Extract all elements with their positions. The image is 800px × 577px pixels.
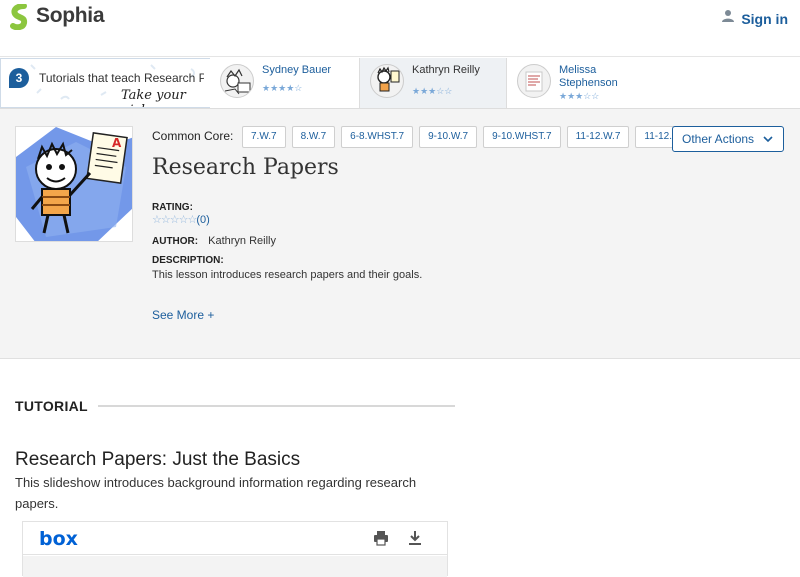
viewer-content-area[interactable] — [23, 556, 447, 577]
author-rating-stars: ★★★☆☆ — [412, 86, 453, 96]
chevron-down-icon — [763, 127, 773, 160]
author-rating-stars: ★★★★☆ — [262, 83, 303, 93]
standard-tag[interactable]: 6-8.WHST.7 — [341, 126, 414, 148]
rating-count: (0) — [196, 214, 210, 226]
author-card-kathryn-reilly[interactable]: Kathryn Reilly ★★★☆☆ — [360, 58, 507, 108]
rating-row[interactable]: ☆☆☆☆☆(0) — [152, 213, 210, 226]
description-label: DESCRIPTION: — [152, 255, 224, 266]
sign-in-link[interactable]: Sign in — [721, 9, 788, 28]
lesson-panel: A Common Core: 7.W.7 8.W.7 6-8.WHST.7 9-… — [0, 109, 800, 359]
standards-tag-list: 7.W.7 8.W.7 6-8.WHST.7 9-10.W.7 9-10.WHS… — [242, 126, 718, 148]
standard-tag[interactable]: 7.W.7 — [242, 126, 286, 148]
author-row: AUTHOR: Kathryn Reilly — [152, 235, 276, 247]
tutorial-count-badge: 3 — [9, 68, 29, 88]
author-rating-stars: ★★★☆☆ — [559, 91, 600, 101]
lesson-title: Research Papers — [152, 155, 339, 180]
box-document-viewer: box — [22, 521, 448, 577]
tutorial-count-label: Tutorials that teach Research Papers — [39, 71, 204, 85]
other-actions-dropdown[interactable]: Other Actions — [672, 126, 784, 152]
see-more-link[interactable]: See More + — [152, 308, 214, 322]
standard-tag[interactable]: 8.W.7 — [291, 126, 336, 148]
author-name-line-2: Stephenson — [559, 77, 618, 89]
top-navigation-bar: Sophia Sign in — [0, 0, 800, 57]
section-divider — [97, 405, 455, 407]
tutorial-description: This slideshow introduces background inf… — [15, 475, 417, 511]
print-icon[interactable] — [373, 530, 389, 551]
sign-in-label: Sign in — [741, 10, 788, 27]
author-name: Kathryn Reilly — [412, 64, 480, 76]
standard-tag[interactable]: 9-10.W.7 — [419, 126, 478, 148]
standard-tag[interactable]: 9-10.WHST.7 — [483, 126, 561, 148]
avatar — [370, 64, 404, 98]
lesson-thumbnail: A — [15, 126, 133, 242]
sophia-logo-icon — [10, 3, 30, 31]
sophia-logo[interactable]: Sophia — [10, 3, 105, 31]
author-name: Sydney Bauer — [262, 64, 332, 76]
download-icon[interactable] — [408, 530, 422, 551]
lesson-description: This lesson introduces research papers a… — [152, 269, 423, 281]
empty-star-icons: ☆☆☆☆☆ — [152, 214, 197, 226]
other-actions-label: Other Actions — [682, 132, 755, 146]
author-label: AUTHOR: — [152, 236, 199, 247]
svg-text:A: A — [112, 136, 122, 150]
author-value: Kathryn Reilly — [208, 235, 276, 247]
tutorial-picker-strip: 3 Tutorials that teach Research Papers T… — [0, 58, 800, 109]
author-card-melissa-stephenson[interactable]: Melissa Stephenson ★★★☆☆ — [507, 58, 800, 108]
brand-name: Sophia — [36, 4, 105, 27]
common-core-label: Common Core: — [152, 129, 234, 143]
tutorial-count-panel: 3 Tutorials that teach Research Papers T… — [0, 58, 210, 108]
avatar — [517, 64, 551, 98]
section-heading: TUTORIAL — [15, 398, 88, 414]
rating-label: RATING: — [152, 202, 193, 213]
box-logo[interactable]: box — [39, 528, 78, 550]
tutorial-title: Research Papers: Just the Basics — [15, 449, 301, 470]
author-card-sydney-bauer[interactable]: Sydney Bauer ★★★★☆ — [210, 58, 360, 108]
viewer-toolbar: box — [23, 522, 447, 555]
standard-tag[interactable]: 11-12.W.7 — [566, 126, 630, 148]
tutorial-section-header: TUTORIAL — [15, 398, 455, 414]
user-icon — [721, 9, 735, 28]
author-name-line-1: Melissa — [559, 64, 597, 76]
take-your-pick-label: Take your pick: — [121, 88, 186, 107]
avatar — [220, 64, 254, 98]
